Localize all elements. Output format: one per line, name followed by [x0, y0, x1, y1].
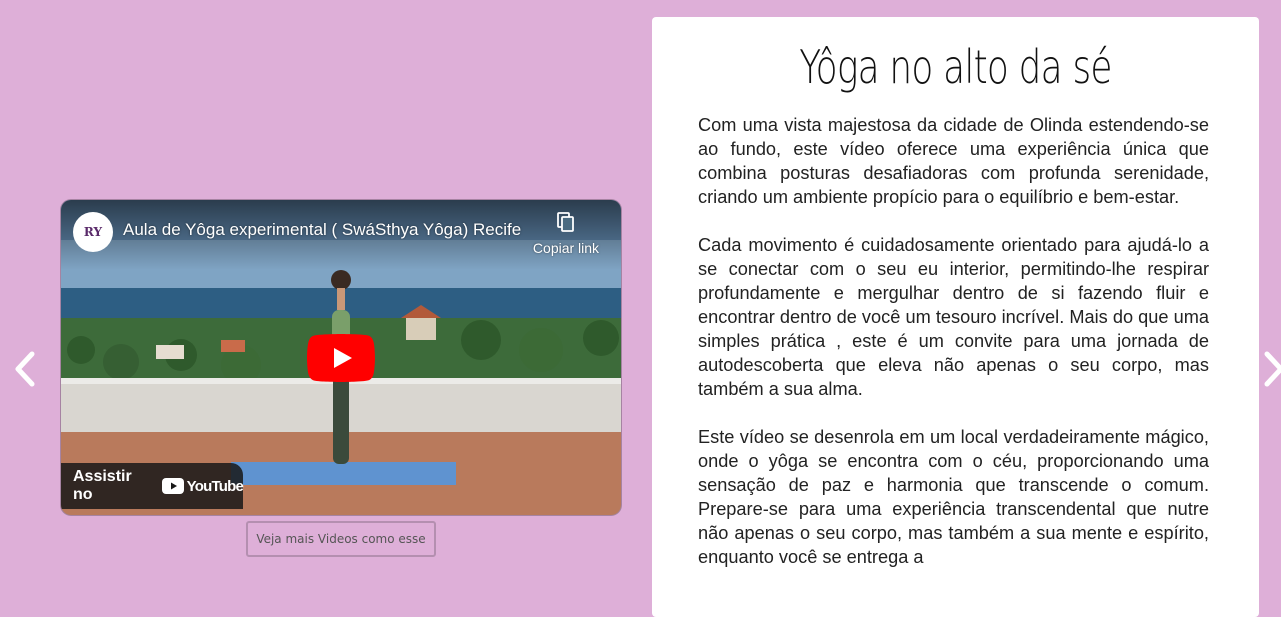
more-videos-button[interactable]: Veja mais Videos como esse	[246, 521, 436, 557]
copy-link-label: Copiar link	[532, 240, 600, 256]
article-paragraph: Este vídeo se desenrola em um local verd…	[698, 427, 1209, 567]
carousel-next-button[interactable]	[1262, 347, 1281, 391]
article-title: Yôga no alto da sé	[799, 40, 1112, 94]
article-body: Com uma vista majestosa da cidade de Oli…	[698, 113, 1209, 593]
youtube-wordmark: YouTube	[186, 477, 244, 495]
youtube-play-icon	[161, 478, 184, 494]
play-icon	[307, 334, 375, 382]
copy-icon	[557, 212, 575, 236]
video-title[interactable]: Aula de Yôga experimental ( SwáSthya Yôg…	[123, 220, 523, 240]
article-paragraph: Cada movimento é cuidadosamente orientad…	[698, 235, 1209, 399]
youtube-video-embed[interactable]: RY Aula de Yôga experimental ( SwáSthya …	[61, 200, 621, 515]
play-button[interactable]	[307, 334, 375, 386]
chevron-right-icon	[1262, 351, 1281, 387]
carousel-prev-button[interactable]	[5, 347, 45, 391]
chevron-left-icon	[13, 351, 37, 387]
article-paragraph: Com uma vista majestosa da cidade de Oli…	[698, 115, 1209, 207]
copy-link-button[interactable]: Copiar link	[523, 212, 609, 256]
youtube-logo: YouTube	[161, 477, 244, 495]
channel-avatar[interactable]: RY	[73, 212, 113, 252]
article-card: Yôga no alto da sé Com uma vista majesto…	[652, 17, 1259, 617]
watch-on-youtube-button[interactable]: Assistir no YouTube	[61, 463, 244, 509]
watch-on-label: Assistir no	[73, 468, 132, 503]
